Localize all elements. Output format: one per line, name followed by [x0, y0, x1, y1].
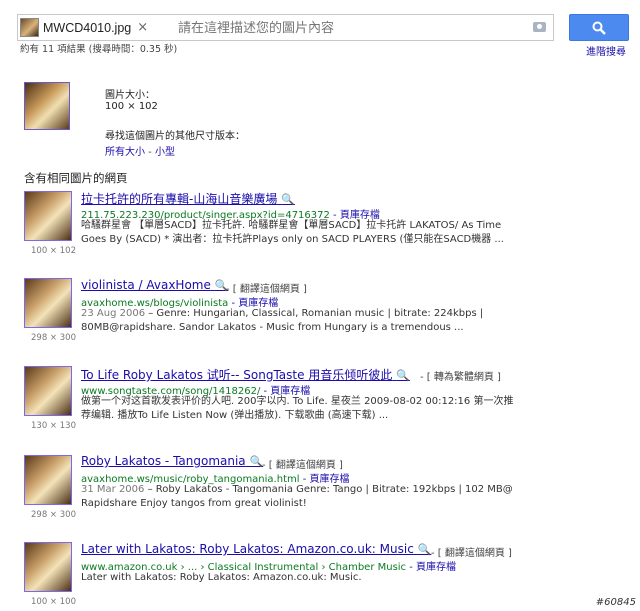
result-thumbnail[interactable]: [24, 542, 72, 592]
result-stats: 約有 11 項結果 (搜尋時間：0.35 秒): [20, 44, 178, 55]
query-image-filename: MWCD4010.jpg: [43, 20, 132, 35]
translate-page-link[interactable]: - [ 翻譯這個網頁 ]: [262, 456, 343, 471]
result-thumbnail[interactable]: [24, 278, 72, 328]
other-sizes-label: 尋找這個圖片的其他尺寸版本：: [105, 131, 245, 142]
search-icon: [592, 21, 606, 35]
all-sizes-link[interactable]: 所有大小: [105, 147, 145, 158]
remove-image-icon[interactable]: ×: [137, 20, 148, 35]
convert-traditional-link[interactable]: - [ 轉為繁體網頁 ]: [420, 368, 501, 383]
small-size-link[interactable]: 小型: [155, 147, 175, 158]
result-snippet: 哈騷群星會 【單層SACD】拉卡托許. 哈騷群星會【單層SACD】拉卡托許 LA…: [81, 219, 531, 247]
result-title-text: 拉卡托許的所有專輯-山海山音樂廣場: [81, 192, 278, 206]
result-title-text: To Life Roby Lakatos 试听-- SongTaste 用音乐倾…: [81, 368, 393, 382]
snippet-line-2: 荐编辑. 播放To Life Listen Now (弹出播放). 下载歌曲 (…: [81, 410, 389, 421]
size-link-separator: -: [145, 147, 155, 158]
watermark: #60845: [595, 597, 636, 608]
snippet-line-1: 做第一个对这首歌发表评价的人吧. 200字以内. To Life. 星夜兰 20…: [81, 396, 514, 407]
search-box[interactable]: MWCD4010.jpg ×: [17, 14, 554, 41]
result-date: 23 Aug 2006: [81, 308, 146, 319]
result-image-dimensions: 298 × 300: [31, 333, 76, 343]
snippet-line-2: 80MB@rapidshare. Sandor Lakatos - Music …: [81, 322, 464, 333]
result-title-link[interactable]: 拉卡托許的所有專輯-山海山音樂廣場 🔍: [81, 190, 295, 207]
result-snippet: 31 Mar 2006 – Roby Lakatos - Tangomania …: [81, 483, 531, 511]
snippet-line-2: Rapidshare Enjoy tangos from great violi…: [81, 498, 307, 509]
result-title-text: Roby Lakatos - Tangomania: [81, 454, 246, 468]
result-snippet: 23 Aug 2006 – Genre: Hungarian, Classica…: [81, 307, 531, 335]
result-title-link[interactable]: violinista / AvaxHome 🔍: [81, 278, 228, 292]
snippet-line-1: 哈騷群星會 【單層SACD】拉卡托許. 哈騷群星會【單層SACD】拉卡托許 LA…: [81, 220, 502, 231]
result-snippet: 做第一个对这首歌发表评价的人吧. 200字以内. To Life. 星夜兰 20…: [81, 395, 531, 423]
result-snippet: Later with Lakatos: Roby Lakatos: Amazon…: [81, 571, 531, 585]
result-thumbnail[interactable]: [24, 191, 72, 241]
query-image[interactable]: [24, 82, 70, 130]
result-title-link[interactable]: Later with Lakatos: Roby Lakatos: Amazon…: [81, 542, 431, 556]
result-image-dimensions: 100 × 102: [31, 246, 76, 256]
magnifier-icon[interactable]: 🔍: [281, 193, 295, 206]
result-title-link[interactable]: To Life Roby Lakatos 试听-- SongTaste 用音乐倾…: [81, 366, 410, 383]
query-image-chip: MWCD4010.jpg ×: [20, 17, 148, 38]
snippet-line-1: Later with Lakatos: Roby Lakatos: Amazon…: [81, 572, 362, 583]
size-links: 所有大小 - 小型: [105, 143, 175, 158]
translate-page-link[interactable]: - [ 翻譯這個網頁 ]: [226, 280, 307, 295]
result-title-link[interactable]: Roby Lakatos - Tangomania 🔍: [81, 454, 263, 468]
camera-icon[interactable]: [533, 22, 546, 32]
section-title: 含有相同圖片的網頁: [24, 171, 128, 185]
translate-page-link[interactable]: - [ 翻譯這個網頁 ]: [431, 544, 512, 559]
result-thumbnail[interactable]: [24, 366, 72, 416]
magnifier-icon[interactable]: 🔍: [418, 543, 432, 556]
image-size-value: 100 × 102: [105, 101, 158, 112]
search-button[interactable]: [569, 14, 629, 41]
snippet-line-1: – Genre: Hungarian, Classical, Romanian …: [145, 308, 484, 319]
magnifier-icon[interactable]: 🔍: [396, 369, 410, 382]
result-image-dimensions: 100 × 100: [31, 597, 76, 607]
search-input[interactable]: [178, 18, 538, 38]
result-title-text: Later with Lakatos: Roby Lakatos: Amazon…: [81, 542, 414, 556]
image-size-label: 圖片大小：: [105, 90, 155, 101]
result-image-dimensions: 130 × 130: [31, 421, 76, 431]
snippet-line-2: Goes By (SACD) * 演出者：拉卡托許Plays only on S…: [81, 234, 504, 245]
query-image-thumbnail-small: [20, 18, 39, 37]
result-date: 31 Mar 2006: [81, 484, 145, 495]
snippet-line-1: – Roby Lakatos - Tangomania Genre: Tango…: [144, 484, 513, 495]
advanced-search-link[interactable]: 進階搜尋: [586, 43, 626, 58]
result-image-dimensions: 298 × 300: [31, 510, 76, 520]
result-thumbnail[interactable]: [24, 455, 72, 505]
result-title-text: violinista / AvaxHome: [81, 278, 211, 292]
